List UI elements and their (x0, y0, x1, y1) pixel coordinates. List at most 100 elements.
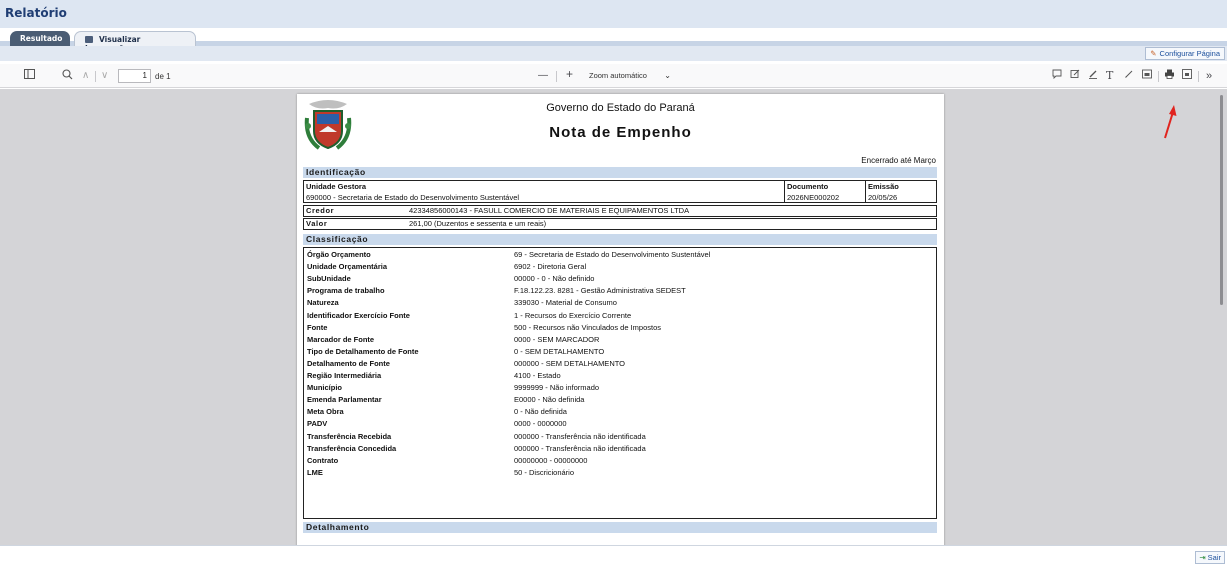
unidade-gestora-label: Unidade Gestora (306, 182, 367, 191)
valor-value: 261,00 (Duzentos e sessenta e um reais) (409, 219, 547, 228)
classificacao-value: 0 - Não definida (514, 407, 567, 417)
page-number-input[interactable]: 1 (118, 69, 151, 83)
classificacao-value: E0000 - Não definida (514, 395, 585, 405)
more-tools-icon[interactable]: » (1206, 69, 1212, 83)
previous-page-icon[interactable]: ∧ (82, 69, 89, 83)
zoom-select[interactable]: Zoom automático ⌄ (585, 69, 677, 83)
classificacao-key: LME (307, 467, 323, 477)
classificacao-key: Identificador Exercício Fonte (307, 310, 410, 320)
section-detalhamento: Detalhamento (303, 522, 937, 533)
pdf-viewer: Governo do Estado do Paraná Nota de Empe… (0, 89, 1227, 545)
classificacao-row: Transferência Recebida 000000 - Transferê… (307, 431, 936, 443)
document-title: Nota de Empenho (549, 124, 692, 141)
classificacao-value: 000000 - Transferência não identificada (514, 443, 646, 453)
classificacao-row: Natureza 339030 - Material de Consumo (307, 297, 936, 309)
edit-text-icon[interactable] (1070, 69, 1080, 83)
unidade-gestora-value: 690000 - Secretaria de Estado do Desenvo… (306, 193, 520, 202)
classificacao-row: Detalhamento de Fonte 000000 - SEM DETALH… (307, 358, 936, 370)
highlight-icon[interactable] (1088, 69, 1098, 83)
classificacao-row: Transferência Concedida 000000 - Transfer… (307, 443, 936, 455)
emissao-value: 20/05/26 (868, 193, 898, 202)
credor-label: Credor (306, 206, 335, 215)
classificacao-key: Programa de trabalho (307, 286, 385, 296)
classificacao-key: Município (307, 383, 342, 393)
status-bar: ⇥ Sair (0, 545, 1227, 568)
classificacao-value: 1 - Recursos do Exercício Corrente (514, 310, 632, 320)
search-icon[interactable] (62, 69, 73, 84)
classificacao-value: 0000 - SEM MARCADOR (514, 334, 600, 344)
exit-icon: ⇥ (1199, 553, 1206, 562)
emissao-label: Emissão (868, 182, 899, 191)
save-icon[interactable] (1182, 69, 1192, 83)
document-header: Governo do Estado do Paraná (546, 102, 695, 114)
wrench-icon: ✎ (1150, 49, 1157, 58)
tab-visualizar-impressao[interactable]: Visualizar Impressão (74, 31, 196, 53)
next-page-icon[interactable]: ∨ (101, 69, 108, 83)
classificacao-value: F.18.122.23. 8281 - Gestão Administrativ… (514, 286, 686, 296)
classificacao-value: 000000 - Transferência não identificada (514, 431, 646, 441)
encerrado-note: Encerrado até Março (861, 156, 936, 165)
classificacao-value: 0 - SEM DETALHAMENTO (514, 346, 605, 356)
window-title: Relatório (5, 6, 67, 20)
classificacao-value: 69 - Secretaria de Estado do Desenvolvim… (514, 250, 711, 259)
classificacao-key: Fonte (307, 322, 328, 332)
toolbar-divider (95, 71, 96, 82)
classificacao-value: 339030 - Material de Consumo (514, 298, 617, 308)
tab-strip: Resultado Visualizar Impressão (0, 28, 1227, 53)
documento-label: Documento (787, 182, 829, 191)
classificacao-row: Órgão Orçamento 69 - Secretaria de Estado… (307, 249, 936, 261)
toolbar-divider (1158, 71, 1159, 82)
vertical-scrollbar[interactable] (1220, 95, 1223, 305)
cell-divider (784, 181, 785, 202)
classificacao-value: 4100 - Estado (514, 371, 561, 380)
classificacao-key: Detalhamento de Fonte (307, 358, 390, 368)
exit-button[interactable]: ⇥ Sair (1195, 551, 1225, 564)
classificacao-row: Emenda Parlamentar E0000 - Não definida (307, 394, 936, 406)
classificacao-row: Programa de trabalho F.18.122.23. 8281 - … (307, 285, 936, 297)
text-tool-icon[interactable]: T (1106, 69, 1113, 83)
classificacao-row: PADV 0000 - 0000000 (307, 418, 936, 430)
page-count: de 1 (155, 72, 171, 81)
classificacao-row: Contrato 00000000 - 00000000 (307, 455, 936, 467)
classificacao-box: Órgão Orçamento 69 - Secretaria de Estado… (303, 247, 937, 519)
classificacao-value: 500 - Recursos não Vinculados de Imposto… (514, 322, 662, 332)
toolbar-divider (556, 71, 557, 82)
classificacao-row: SubUnidade 00000 - 0 - Não definido (307, 273, 936, 285)
classificacao-key: Natureza (307, 298, 339, 308)
classificacao-key: SubUnidade (307, 274, 351, 284)
zoom-out-button[interactable]: — (538, 69, 548, 83)
classificacao-row: Município 9999999 - Não informado (307, 382, 936, 394)
classificacao-row: LME 50 - Discricionário (307, 467, 936, 479)
configure-page-button[interactable]: ✎ Configurar Página (1145, 47, 1225, 60)
comment-icon[interactable] (1052, 69, 1062, 83)
classificacao-value: 9999999 - Não informado (514, 383, 600, 393)
exit-label: Sair (1207, 553, 1221, 562)
zoom-in-button[interactable]: + (566, 67, 573, 81)
configure-page-label: Configurar Página (1159, 49, 1220, 58)
zoom-select-label: Zoom automático (589, 71, 647, 80)
toolbar-divider (1198, 71, 1199, 82)
window-titlebar: Relatório (0, 0, 1227, 28)
identificacao-box: Unidade Gestora 690000 - Secretaria de E… (303, 180, 937, 203)
classificacao-key: Tipo de Detalhamento de Fonte (307, 346, 419, 356)
classificacao-key: Marcador de Fonte (307, 334, 375, 344)
classificacao-key: Unidade Orçamentária (307, 262, 388, 272)
classificacao-row: Unidade Orçamentária 6902 - Diretoria Ger… (307, 261, 936, 273)
classificacao-value: 00000000 - 00000000 (514, 455, 588, 465)
sidebar-toggle-icon[interactable] (24, 69, 35, 83)
classificacao-key: PADV (307, 419, 328, 429)
tab-resultado[interactable]: Resultado (10, 31, 70, 46)
classificacao-key: Órgão Orçamento (307, 250, 371, 259)
classificacao-value: 0000 - 0000000 (514, 419, 567, 429)
draw-icon[interactable] (1124, 69, 1134, 83)
classificacao-row: Região Intermediária 4100 - Estado (307, 370, 936, 382)
valor-label: Valor (306, 219, 328, 228)
classificacao-value: 000000 - SEM DETALHAMENTO (514, 358, 626, 368)
print-icon[interactable] (1164, 69, 1175, 83)
classificacao-key: Contrato (307, 455, 339, 465)
classificacao-row: Fonte 500 - Recursos não Vinculados de Im… (307, 322, 936, 334)
classificacao-key: Transferência Recebida (307, 431, 392, 441)
image-icon[interactable] (1142, 69, 1152, 83)
classificacao-row: Meta Obra 0 - Não definida (307, 406, 936, 418)
printer-icon (85, 36, 93, 43)
